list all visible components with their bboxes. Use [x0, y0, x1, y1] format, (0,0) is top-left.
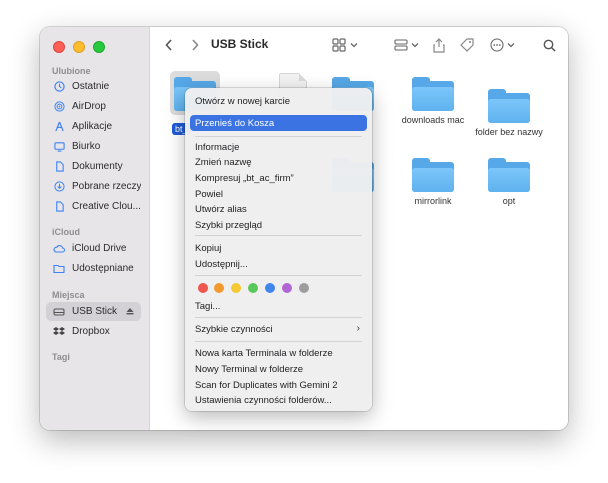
- tag-color-red[interactable]: [198, 283, 208, 293]
- sidebar-item-label: Biurko: [72, 141, 101, 152]
- sidebar-section-places: Miejsca: [52, 290, 85, 300]
- chevron-down-icon[interactable]: [507, 37, 515, 53]
- menu-item-label: Szybkie czynności: [195, 323, 273, 335]
- sidebar-section-icloud: iCloud: [52, 227, 80, 237]
- folder-icon: [412, 77, 454, 111]
- sidebar-item-label: Dropbox: [72, 326, 110, 337]
- tag-color-purple[interactable]: [282, 283, 292, 293]
- tag-color-yellow[interactable]: [231, 283, 241, 293]
- toolbar: USB Stick: [150, 27, 568, 63]
- share-icon[interactable]: [432, 37, 446, 53]
- folder-icon: [488, 89, 530, 123]
- menu-item-rename[interactable]: Zmień nazwę: [190, 154, 367, 170]
- menu-item-get-info[interactable]: Informacje: [190, 139, 367, 155]
- menu-item-folder-actions-setup[interactable]: Ustawienia czynności folderów...: [190, 392, 367, 408]
- dropbox-icon: [53, 326, 65, 338]
- menu-item-copy[interactable]: Kopiuj: [190, 240, 367, 256]
- sidebar-item-label: Dokumenty: [72, 161, 123, 172]
- airdrop-icon: [53, 101, 65, 113]
- chevron-right-icon: ›: [356, 323, 360, 334]
- file-item-opt[interactable]: opt: [464, 158, 554, 206]
- menu-item-share[interactable]: Udostępnij...: [190, 256, 367, 272]
- sidebar-item-desktop[interactable]: Biurko: [46, 137, 141, 156]
- tag-icon[interactable]: [459, 37, 475, 53]
- sidebar-item-usb-stick[interactable]: USB Stick: [46, 302, 141, 321]
- menu-item-duplicate[interactable]: Powiel: [190, 186, 367, 202]
- sidebar-item-label: Ostatnie: [72, 81, 110, 92]
- sidebar-item-label: Pobrane rzeczy: [72, 181, 141, 192]
- document-icon: [53, 201, 65, 213]
- folder-icon: [488, 158, 530, 192]
- tag-color-blue[interactable]: [265, 283, 275, 293]
- icon-view-button[interactable]: [331, 37, 347, 53]
- menu-item-new-terminal[interactable]: Nowy Terminal w folderze: [190, 361, 367, 377]
- sidebar-item-label: Aplikacje: [72, 121, 113, 132]
- clock-icon: [53, 81, 65, 93]
- chevron-down-icon[interactable]: [411, 37, 419, 53]
- tag-color-gray[interactable]: [299, 283, 309, 293]
- sidebar-section-tags: Tagi: [52, 352, 70, 362]
- download-icon: [53, 181, 65, 193]
- eject-icon[interactable]: [125, 306, 135, 316]
- sidebar-item-label: Udostępniane: [72, 263, 134, 274]
- search-icon[interactable]: [542, 37, 556, 53]
- drive-icon: [53, 306, 65, 318]
- zoom-button[interactable]: [93, 41, 105, 53]
- sidebar-item-label: iCloud Drive: [72, 243, 127, 254]
- menu-separator: [195, 341, 362, 342]
- menu-item-scan-duplicates[interactable]: Scan for Duplicates with Gemini 2: [190, 377, 367, 393]
- menu-item-move-to-trash[interactable]: Przenieś do Kosza: [190, 115, 367, 131]
- minimize-button[interactable]: [73, 41, 85, 53]
- sidebar-item-creative-cloud[interactable]: Creative Clou...: [46, 197, 141, 216]
- sidebar-section-favorites: Ulubione: [52, 66, 91, 76]
- sidebar-item-recents[interactable]: Ostatnie: [46, 77, 141, 96]
- more-actions-icon[interactable]: [489, 37, 505, 53]
- back-button[interactable]: [162, 37, 176, 53]
- menu-separator: [195, 235, 362, 236]
- menu-separator: [195, 317, 362, 318]
- window-controls: [53, 41, 105, 53]
- tag-color-orange[interactable]: [214, 283, 224, 293]
- folder-icon: [412, 158, 454, 192]
- applications-icon: [53, 121, 65, 133]
- group-button[interactable]: [393, 37, 409, 53]
- chevron-down-icon[interactable]: [350, 37, 358, 53]
- sidebar-item-airdrop[interactable]: AirDrop: [46, 97, 141, 116]
- window-title: USB Stick: [211, 37, 269, 51]
- sidebar-item-label: USB Stick: [72, 306, 118, 317]
- tag-color-green[interactable]: [248, 283, 258, 293]
- menu-separator: [195, 275, 362, 276]
- menu-item-open-in-new-tab[interactable]: Otwórz w nowej karcie: [190, 93, 367, 109]
- file-item-folder-bez-nazwy[interactable]: folder bez nazwy: [464, 89, 554, 137]
- sidebar-item-downloads[interactable]: Pobrane rzeczy: [46, 177, 141, 196]
- forward-button[interactable]: [188, 37, 202, 53]
- file-label: folder bez nazwy: [475, 127, 543, 137]
- menu-item-make-alias[interactable]: Utwórz alias: [190, 201, 367, 217]
- shared-folder-icon: [53, 263, 65, 275]
- cloud-icon: [53, 243, 65, 255]
- sidebar-item-label: Creative Clou...: [72, 201, 141, 212]
- document-icon: [53, 161, 65, 173]
- sidebar-item-dropbox[interactable]: Dropbox: [46, 322, 141, 341]
- sidebar: Ulubione Ostatnie AirDrop Aplikacje Biur…: [40, 27, 150, 430]
- sidebar-item-applications[interactable]: Aplikacje: [46, 117, 141, 136]
- menu-item-new-terminal-tab[interactable]: Nowa karta Terminala w folderze: [190, 345, 367, 361]
- context-menu: Otwórz w nowej karcie Przenieś do Kosza …: [185, 88, 372, 411]
- sidebar-item-label: AirDrop: [72, 101, 106, 112]
- sidebar-item-documents[interactable]: Dokumenty: [46, 157, 141, 176]
- menu-item-quick-look[interactable]: Szybki przegląd: [190, 217, 367, 233]
- menu-item-tags[interactable]: Tagi...: [190, 298, 367, 314]
- sidebar-item-icloud-drive[interactable]: iCloud Drive: [46, 239, 141, 258]
- sidebar-item-shared[interactable]: Udostępniane: [46, 259, 141, 278]
- file-label: opt: [502, 196, 516, 206]
- menu-separator: [195, 136, 362, 137]
- menu-item-quick-actions[interactable]: Szybkie czynności ›: [190, 321, 367, 337]
- desktop-icon: [53, 141, 65, 153]
- menu-item-compress[interactable]: Kompresuj „bt_ac_firm”: [190, 170, 367, 186]
- close-button[interactable]: [53, 41, 65, 53]
